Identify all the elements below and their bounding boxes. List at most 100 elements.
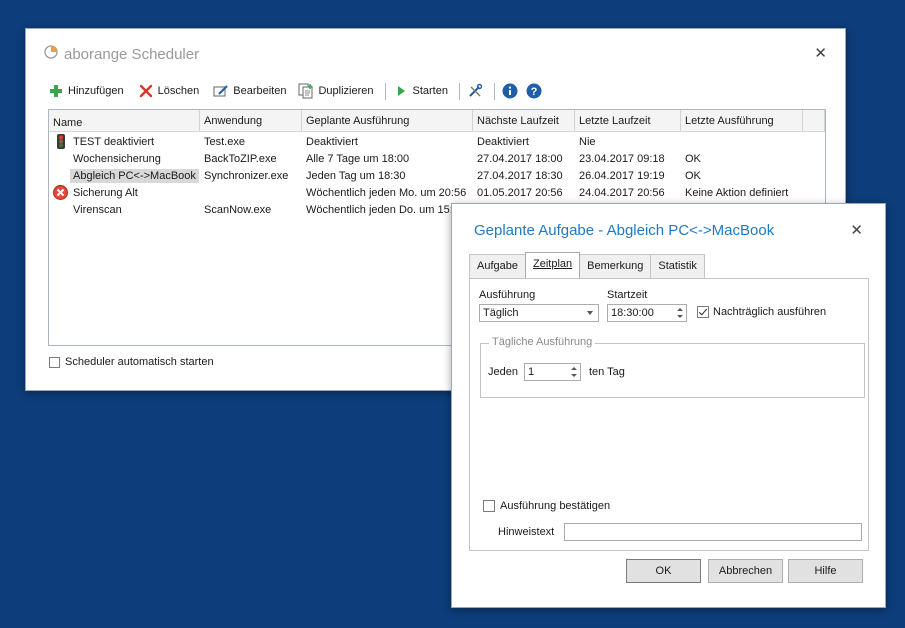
row-name: Sicherung Alt [73,186,138,199]
row-name: Virenscan [73,203,122,216]
column-header[interactable]: Letzte Laufzeit [575,110,681,131]
add-button[interactable]: Hinzufügen [46,81,130,101]
start-button[interactable]: Starten [391,81,454,101]
column-header[interactable]: Name [49,110,200,131]
spin-up-icon[interactable] [569,365,578,372]
cell-app: Test.exe [204,135,245,148]
confirm-checkbox-row[interactable]: Ausführung bestätigen [483,500,610,512]
hint-text-input[interactable] [564,523,862,541]
cell-app: Synchronizer.exe [204,169,289,182]
confirm-checkbox[interactable] [483,500,495,512]
duplicate-button[interactable]: Duplizieren [296,81,379,101]
cell-last-result: OK [685,169,701,182]
cell-next: 01.05.2017 20:56 [477,186,563,199]
starttime-spinner[interactable]: 18:30:00 [607,304,687,322]
edit-button[interactable]: Bearbeiten [211,81,292,101]
play-icon [393,83,409,99]
autostart-checkbox-row[interactable]: Scheduler automatisch starten [49,356,214,368]
tools-icon [467,83,483,99]
dialog-title: Geplante Aufgabe - Abgleich PC<->MacBook [474,222,775,239]
cell-name: Abgleich PC<->MacBook [49,168,200,183]
help-button[interactable]: ? [524,81,548,101]
ok-button[interactable]: OK [626,559,701,583]
cell-schedule: Deaktiviert [306,135,358,148]
daily-group-title: Tägliche Ausführung [489,336,596,348]
plus-icon [48,83,64,99]
cell-schedule: Jeden Tag um 18:30 [306,169,406,182]
autostart-label: Scheduler automatisch starten [65,356,214,368]
spin-down-icon[interactable] [569,372,578,379]
clock-pie-icon [44,45,58,63]
error-icon [53,185,68,200]
day-suffix-label: ten Tag [589,366,625,378]
delete-button[interactable]: Löschen [136,81,206,101]
every-days-spinner[interactable]: 1 [524,363,581,381]
cell-next: 27.04.2017 18:00 [477,152,563,165]
column-header-filler [803,110,825,131]
cell-last-result: OK [685,152,701,165]
autostart-checkbox[interactable] [49,356,60,368]
cell-next: Deaktiviert [477,135,529,148]
hint-label: Hinweistext [498,526,555,538]
cell-name: Wochensicherung [49,151,200,166]
dialog-tabs: Aufgabe Zeitplan Bemerkung Statistik [469,252,705,278]
row-name: Wochensicherung [73,152,161,165]
info-button[interactable] [500,81,524,101]
chevron-down-icon [587,311,593,315]
tab-statistik[interactable]: Statistik [650,254,705,278]
close-button[interactable]: ✕ [814,46,827,61]
spin-up-icon[interactable] [675,306,684,313]
cell-last: Nie [579,135,596,148]
duplicate-icon [298,83,314,99]
table-row[interactable]: Sicherung Alt Wöchentlich jeden Mo. um 20… [49,184,825,201]
cell-name: TEST deaktiviert [49,134,200,149]
column-header[interactable]: Nächste Laufzeit [473,110,575,131]
column-header[interactable]: Letzte Ausführung [681,110,803,131]
column-header[interactable]: Geplante Ausführung [302,110,473,131]
row-icon-placeholder [53,168,68,183]
svg-text:?: ? [531,86,538,98]
toolbar-separator [493,82,495,100]
cell-next: 27.04.2017 18:30 [477,169,563,182]
confirm-label: Ausführung bestätigen [500,500,611,512]
tab-bemerkung[interactable]: Bemerkung [579,254,652,278]
tab-aufgabe[interactable]: Aufgabe [469,254,526,278]
row-name: TEST deaktiviert [73,135,155,148]
column-header[interactable]: Anwendung [200,110,302,131]
execution-label: Ausführung [479,289,536,301]
spin-down-icon[interactable] [675,313,684,320]
toolbar-separator [384,82,386,100]
cell-last-result: Keine Aktion definiert [685,186,789,199]
row-icon-placeholder [53,202,68,217]
cell-schedule: Wöchentlich jeden Do. um 15: [306,203,453,216]
row-icon-placeholder [53,151,68,166]
cell-schedule: Wöchentlich jeden Mo. um 20:56 [306,186,467,199]
window-title: aborange Scheduler [44,45,199,63]
settings-button[interactable] [465,81,489,101]
task-dialog: Geplante Aufgabe - Abgleich PC<->MacBook… [451,203,886,608]
info-icon [502,83,518,99]
starttime-label: Startzeit [607,289,648,301]
cell-app: BackToZIP.exe [204,152,277,165]
tab-zeitplan[interactable]: Zeitplan [524,252,581,278]
table-header: Name Anwendung Geplante Ausführung Nächs… [49,110,825,132]
traffic-light-icon [53,134,68,149]
catchup-checkbox-row[interactable]: Nachträglich ausführen [697,306,826,318]
execution-select[interactable]: Täglich [479,304,599,322]
toolbar-separator [458,82,460,100]
cell-last: 26.04.2017 19:19 [579,169,665,182]
catchup-label: Nachträglich ausführen [713,306,827,318]
delete-x-icon [138,83,154,99]
cancel-button[interactable]: Abbrechen [708,559,783,583]
help-dialog-button[interactable]: Hilfe [788,559,863,583]
dialog-close-button[interactable]: ✕ [850,223,863,238]
help-question-icon: ? [526,83,542,99]
catchup-checkbox[interactable] [697,306,709,318]
cell-schedule: Alle 7 Tage um 18:00 [306,152,410,165]
table-row[interactable]: Wochensicherung BackToZIP.exe Alle 7 Tage … [49,150,825,167]
table-row[interactable]: TEST deaktiviert Test.exe Deaktiviert Deakt… [49,133,825,150]
table-row[interactable]: Abgleich PC<->MacBook Synchronizer.exe Jed… [49,167,825,184]
cell-last: 24.04.2017 20:56 [579,186,665,199]
cell-name: Sicherung Alt [49,185,200,200]
toolbar: Hinzufügen Löschen Bearbeiten Dupliziere… [46,81,548,101]
